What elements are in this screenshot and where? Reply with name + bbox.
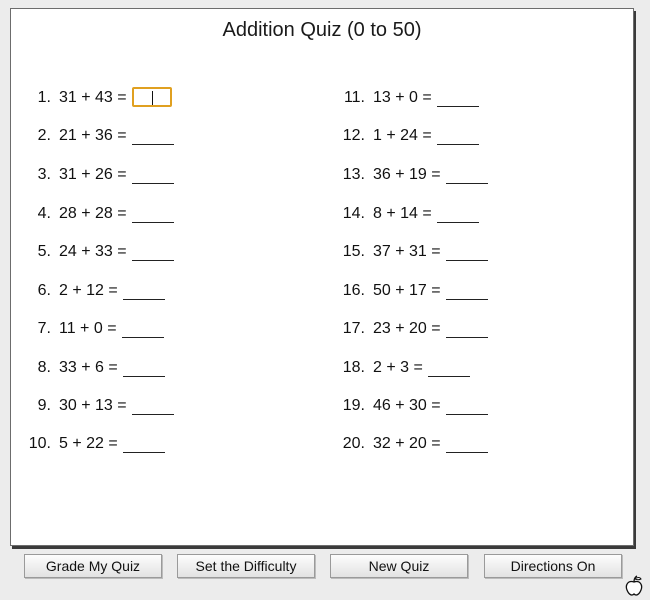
quiz-panel: Addition Quiz (0 to 50) 1. 31 + 43 = 2. … — [10, 8, 634, 546]
problem-19: 19. 46 + 30 = — [11, 395, 488, 415]
problem-17: 17. 23 + 20 = — [11, 318, 488, 338]
answer-input-20[interactable] — [445, 437, 488, 453]
quiz-title: Addition Quiz (0 to 50) — [222, 19, 422, 41]
answer-input-13[interactable] — [445, 168, 488, 184]
answer-input-14[interactable] — [436, 207, 479, 223]
problem-number: 12. — [342, 127, 365, 144]
new-quiz-button[interactable]: New Quiz — [330, 554, 468, 578]
problem-expression: 13 + 0 = — [373, 89, 432, 106]
problem-11: 11. 13 + 0 = — [11, 87, 479, 107]
answer-input-19[interactable] — [445, 399, 488, 415]
problem-expression: 23 + 20 = — [373, 320, 441, 337]
set-difficulty-button[interactable]: Set the Difficulty — [177, 554, 315, 578]
problem-number: 14. — [342, 205, 365, 222]
problem-expression: 32 + 20 = — [373, 435, 441, 452]
grade-quiz-button[interactable]: Grade My Quiz — [24, 554, 162, 578]
problem-number: 17. — [342, 320, 365, 337]
problem-12: 12. 1 + 24 = — [11, 125, 479, 145]
problem-number: 20. — [342, 435, 365, 452]
problem-18: 18. 2 + 3 = — [11, 357, 470, 377]
problem-number: 13. — [342, 166, 365, 183]
problem-expression: 46 + 30 = — [373, 397, 441, 414]
answer-input-18[interactable] — [427, 361, 470, 377]
problem-expression: 37 + 31 = — [373, 243, 441, 260]
answer-input-16[interactable] — [445, 284, 488, 300]
problem-20: 20. 32 + 20 = — [11, 433, 488, 453]
answer-input-17[interactable] — [445, 322, 488, 338]
problem-14: 14. 8 + 14 = — [11, 203, 479, 223]
problem-16: 16. 50 + 17 = — [11, 280, 488, 300]
problem-number: 16. — [342, 282, 365, 299]
answer-input-11[interactable] — [436, 91, 479, 107]
problem-13: 13. 36 + 19 = — [11, 164, 488, 184]
problem-expression: 36 + 19 = — [373, 166, 441, 183]
answer-input-15[interactable] — [445, 245, 488, 261]
problem-expression: 1 + 24 = — [373, 127, 432, 144]
directions-toggle-button[interactable]: Directions On — [484, 554, 622, 578]
problem-number: 19. — [342, 397, 365, 414]
problem-expression: 50 + 17 = — [373, 282, 441, 299]
problem-number: 18. — [342, 359, 365, 376]
problem-expression: 8 + 14 = — [373, 205, 432, 222]
problem-expression: 2 + 3 = — [373, 359, 423, 376]
apple-cursor-icon — [625, 575, 643, 596]
answer-input-12[interactable] — [436, 129, 479, 145]
problem-number: 15. — [342, 243, 365, 260]
problem-15: 15. 37 + 31 = — [11, 241, 488, 261]
problem-number: 11. — [343, 89, 365, 106]
